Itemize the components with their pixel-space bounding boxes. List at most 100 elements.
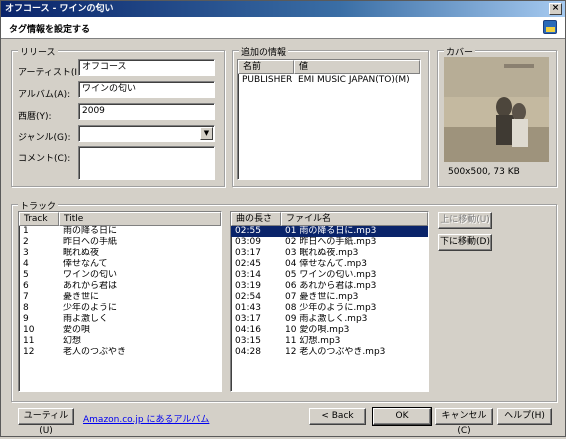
- track-length: 04:16: [235, 325, 261, 335]
- utility-button[interactable]: ユーティル(U): [18, 408, 74, 436]
- column-header-track[interactable]: Track: [19, 212, 59, 226]
- track-length: 04:28: [235, 347, 261, 357]
- amazon-album-link[interactable]: Amazon.co.jp にあるアルバム: [83, 412, 209, 425]
- table-row[interactable]: 03:09 02 昨日への手紙.mp3: [231, 237, 428, 248]
- extra-info-row[interactable]: PUBLISHER EMI MUSIC JAPAN(TO)(M): [238, 75, 420, 86]
- track-title: 老人のつぶやき: [63, 347, 127, 357]
- track-file-list[interactable]: 曲の長さ ファイル名 02:55 01 雨の降る日に.mp3 03:09 02 昨日へ…: [230, 211, 429, 392]
- track-filename: 05 ワインの匂い.mp3: [285, 270, 377, 280]
- table-row[interactable]: 12 老人のつぶやき: [19, 347, 221, 358]
- track-filename: 09 雨よ激しく.mp3: [285, 314, 368, 324]
- title-bar[interactable]: オフコース - ワインの匂い ×: [1, 1, 565, 17]
- track-title: 少年のように: [63, 303, 118, 313]
- table-row[interactable]: 04:28 12 老人のつぶやき.mp3: [231, 347, 428, 358]
- table-row[interactable]: 02:54 07 憂き世に.mp3: [231, 292, 428, 303]
- track-title-list[interactable]: Track Title 1 雨の降る日に 2 昨日への手紙 3 眠れぬ夜 4 倖せなんて 5 ワイ…: [18, 211, 222, 392]
- track-title: あれから君は: [63, 281, 118, 291]
- track-number: 12: [23, 347, 35, 357]
- track-title: 眠れぬ夜: [63, 248, 100, 258]
- ok-button[interactable]: OK: [372, 407, 432, 426]
- table-row[interactable]: 5 ワインの匂い: [19, 270, 221, 281]
- track-number: 6: [23, 281, 29, 291]
- column-header-filename[interactable]: ファイル名: [281, 212, 428, 226]
- table-row[interactable]: 10 愛の唄: [19, 325, 221, 336]
- table-row[interactable]: 04:16 10 愛の唄.mp3: [231, 325, 428, 336]
- track-number: 7: [23, 292, 29, 302]
- track-title: 昨日への手紙: [63, 237, 118, 247]
- cover-info: 500x500, 73 KB: [448, 167, 520, 177]
- album-cover-image[interactable]: [444, 57, 549, 162]
- column-header-length[interactable]: 曲の長さ: [231, 212, 281, 226]
- genre-combo[interactable]: ▼: [78, 125, 215, 142]
- artist-field[interactable]: オフコース: [78, 59, 215, 76]
- move-down-button[interactable]: 下に移動(D): [438, 234, 492, 251]
- track-length: 03:09: [235, 237, 261, 247]
- header-panel: タグ情報を設定する: [1, 17, 565, 39]
- chevron-down-icon[interactable]: ▼: [200, 127, 213, 140]
- track-number: 1: [23, 226, 29, 236]
- track-length: 01:43: [235, 303, 261, 313]
- table-row[interactable]: 6 あれから君は: [19, 281, 221, 292]
- track-number: 4: [23, 259, 29, 269]
- table-row[interactable]: 03:17 03 眠れぬ夜.mp3: [231, 248, 428, 259]
- artist-label: アーティスト(I):: [18, 68, 84, 78]
- column-header-title[interactable]: Title: [59, 212, 221, 226]
- track-number: 5: [23, 270, 29, 280]
- table-row[interactable]: 7 憂き世に: [19, 292, 221, 303]
- album-cover-art: [444, 57, 549, 162]
- table-row[interactable]: 1 雨の降る日に: [19, 226, 221, 237]
- track-file-rows: 02:55 01 雨の降る日に.mp3 03:09 02 昨日への手紙.mp3 03:1…: [231, 226, 428, 358]
- column-header-value[interactable]: 値: [294, 60, 420, 74]
- track-title: 倖せなんて: [63, 259, 108, 269]
- track-number: 2: [23, 237, 29, 247]
- track-filename: 02 昨日への手紙.mp3: [285, 237, 377, 247]
- back-button[interactable]: < Back: [309, 408, 366, 425]
- track-filename: 06 あれから君は.mp3: [285, 281, 377, 291]
- year-field[interactable]: 2009: [78, 103, 215, 120]
- window-title: オフコース - ワインの匂い: [5, 4, 114, 14]
- column-header-name[interactable]: 名前: [238, 60, 294, 74]
- track-title: 幻想: [63, 336, 82, 346]
- dialog-window: オフコース - ワインの匂い × タグ情報を設定する リリース アーティスト(I…: [0, 0, 566, 437]
- track-title: 憂き世に: [63, 292, 100, 302]
- track-title: 雨の降る日に: [63, 226, 118, 236]
- track-title: 雨よ激しく: [63, 314, 109, 324]
- close-button[interactable]: ×: [549, 3, 562, 15]
- track-number: 10: [23, 325, 35, 335]
- track-length: 03:17: [235, 314, 261, 324]
- extra-info-group-label: 追加の情報: [239, 45, 289, 58]
- track-title-rows: 1 雨の降る日に 2 昨日への手紙 3 眠れぬ夜 4 倖せなんて 5 ワインの匂い 6 あれから君は 7…: [19, 226, 221, 358]
- album-label: アルバム(A):: [18, 90, 71, 100]
- table-row[interactable]: 2 昨日への手紙: [19, 237, 221, 248]
- track-filename: 12 老人のつぶやき.mp3: [285, 347, 386, 357]
- table-row[interactable]: 01:43 08 少年のように.mp3: [231, 303, 428, 314]
- table-row[interactable]: 02:45 04 倖せなんて.mp3: [231, 259, 428, 270]
- table-row[interactable]: 03:15 11 幻想.mp3: [231, 336, 428, 347]
- extra-info-header: 名前 値: [238, 60, 420, 74]
- track-length: 02:45: [235, 259, 261, 269]
- table-row[interactable]: 03:14 05 ワインの匂い.mp3: [231, 270, 428, 281]
- extra-info-value: EMI MUSIC JAPAN(TO)(M): [298, 75, 410, 85]
- move-up-button[interactable]: 上に移動(U): [438, 212, 492, 229]
- track-length: 03:14: [235, 270, 261, 280]
- extra-info-list[interactable]: 名前 値 PUBLISHER EMI MUSIC JAPAN(TO)(M): [237, 59, 421, 180]
- tag-settings-icon: [543, 20, 557, 34]
- table-row[interactable]: 8 少年のように: [19, 303, 221, 314]
- table-row[interactable]: 03:19 06 あれから君は.mp3: [231, 281, 428, 292]
- table-row[interactable]: 3 眠れぬ夜: [19, 248, 221, 259]
- table-row[interactable]: 11 幻想: [19, 336, 221, 347]
- table-row[interactable]: 9 雨よ激しく: [19, 314, 221, 325]
- release-group-label: リリース: [18, 45, 58, 58]
- album-field[interactable]: ワインの匂い: [78, 81, 215, 98]
- help-button[interactable]: ヘルプ(H): [497, 408, 552, 425]
- genre-label: ジャンル(G):: [18, 133, 71, 143]
- comment-field[interactable]: [78, 146, 215, 180]
- cancel-button[interactable]: キャンセル(C): [435, 408, 493, 436]
- track-filename: 04 倖せなんて.mp3: [285, 259, 367, 269]
- track-length: 03:19: [235, 281, 261, 291]
- table-row[interactable]: 03:17 09 雨よ激しく.mp3: [231, 314, 428, 325]
- track-filename: 07 憂き世に.mp3: [285, 292, 359, 302]
- page-title: タグ情報を設定する: [9, 25, 91, 35]
- table-row[interactable]: 02:55 01 雨の降る日に.mp3: [231, 226, 428, 237]
- table-row[interactable]: 4 倖せなんて: [19, 259, 221, 270]
